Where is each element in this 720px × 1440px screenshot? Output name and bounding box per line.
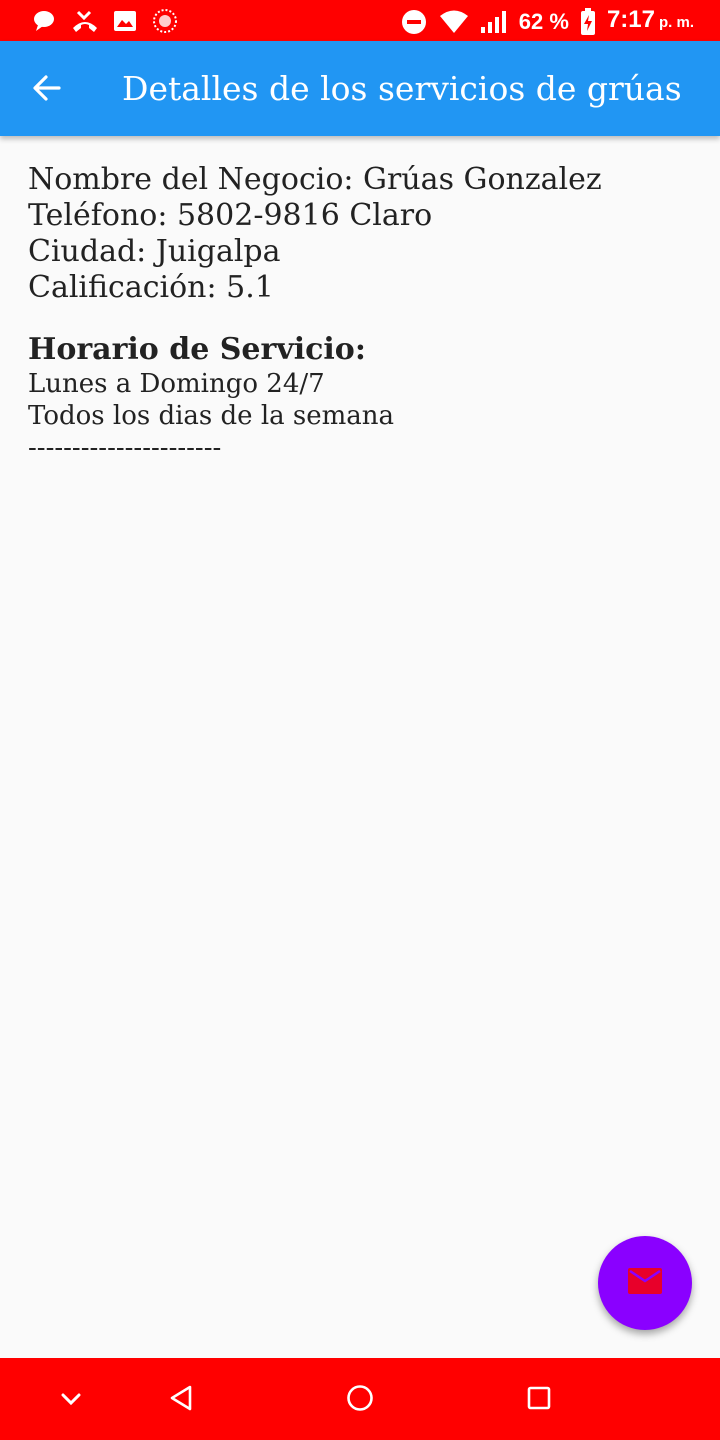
schedule-note: Todos los dias de la semana xyxy=(28,401,395,431)
nav-home-button[interactable] xyxy=(338,1378,382,1422)
home-circle-icon xyxy=(346,1384,374,1416)
status-system-icons: 62 % 7:17 p. m. xyxy=(399,4,694,39)
chevron-down-icon xyxy=(60,1391,82,1410)
schedule-title: Horario de Servicio: xyxy=(28,332,366,367)
chat-bubble-icon xyxy=(30,6,60,36)
city: Ciudad: Juigalpa xyxy=(28,234,281,269)
clock-suffix: p. m. xyxy=(658,14,694,31)
phone-number: Teléfono: 5802-9816 Claro xyxy=(28,198,433,233)
do-not-disturb-icon xyxy=(399,7,429,37)
clock-time: 7:17 xyxy=(606,6,655,33)
missed-call-icon xyxy=(70,6,100,36)
app-bar: Detalles de los servicios de grúas xyxy=(0,41,720,136)
back-triangle-icon xyxy=(168,1384,194,1416)
service-details: Nombre del Negocio: Grúas Gonzalez Teléf… xyxy=(28,162,688,464)
status-bar: 62 % 7:17 p. m. xyxy=(0,0,720,41)
separator-line: ---------------------- xyxy=(28,433,222,463)
arrow-back-icon xyxy=(32,73,62,107)
status-notification-icons xyxy=(30,6,180,36)
nav-recents-button[interactable] xyxy=(517,1378,561,1422)
navigation-bar xyxy=(0,1358,720,1440)
wifi-icon xyxy=(439,7,469,37)
clock: 7:17 p. m. xyxy=(607,4,694,39)
rating: Calificación: 5.1 xyxy=(28,270,274,305)
mail-icon xyxy=(627,1267,663,1299)
signal-icon xyxy=(479,7,509,37)
image-icon xyxy=(110,6,140,36)
recording-icon xyxy=(150,6,180,36)
schedule-days: Lunes a Domingo 24/7 xyxy=(28,369,325,399)
business-name: Nombre del Negocio: Grúas Gonzalez xyxy=(28,162,602,197)
back-button[interactable] xyxy=(22,65,72,115)
recents-square-icon xyxy=(526,1385,552,1415)
battery-percent: 62 % xyxy=(518,8,569,34)
page-title: Detalles de los servicios de grúas xyxy=(122,69,682,108)
battery-charging-icon xyxy=(579,7,597,37)
nav-back-button[interactable] xyxy=(159,1378,203,1422)
nav-hide-button[interactable] xyxy=(49,1378,93,1422)
send-message-button[interactable] xyxy=(598,1236,692,1330)
